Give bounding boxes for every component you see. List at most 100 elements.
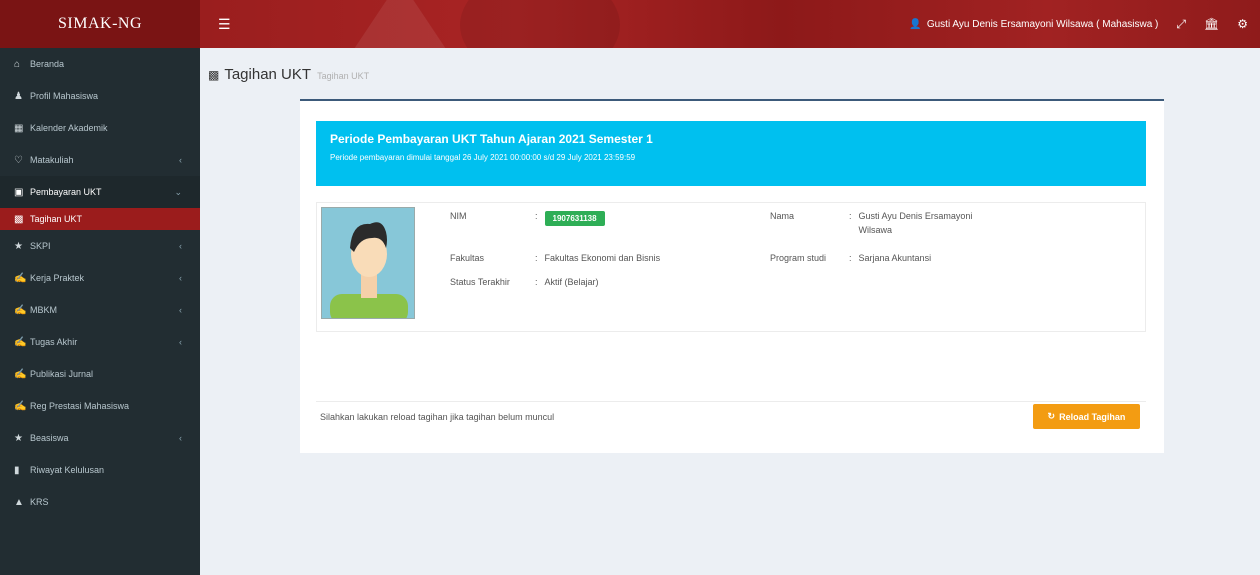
reload-tagihan-button[interactable]: ↻ Reload Tagihan (1033, 404, 1140, 429)
separator: : (849, 211, 852, 221)
user-name: Gusti Ayu Denis Ersamayoni Wilsawa ( Mah… (926, 18, 1159, 30)
banner-text: Periode pembayaran dimulai tanggal 26 Ju… (330, 153, 636, 162)
sidebar-item-profil-mahasiswa[interactable]: ♟ Profil Mahasiswa (0, 80, 200, 112)
calendar-icon: ▦ (14, 122, 24, 134)
user-icon: ♟ (14, 90, 23, 102)
chevron-down-icon: ⌄ (174, 186, 182, 197)
sidebar-item-label: SKPI (30, 241, 51, 251)
sidebar-item-matakuliah[interactable]: ♡ Matakuliah ‹ (0, 144, 200, 176)
fakultas-label: Fakultas (450, 253, 485, 263)
sidebar-item-tagihan-ukt[interactable]: ▩ Tagihan UKT (0, 208, 200, 230)
fakultas-row: Fakultas : Fakultas Ekonomi dan Bisnis (450, 253, 660, 263)
sidebar-item-label: Kerja Praktek (30, 273, 85, 283)
chevron-left-icon: ‹ (179, 337, 182, 347)
banner-title: Periode Pembayaran UKT Tahun Ajaran 2021… (330, 132, 653, 146)
tagihan-card: Periode Pembayaran UKT Tahun Ajaran 2021… (300, 99, 1164, 453)
graduation-icon: ✍ (14, 336, 27, 348)
status-row: Status Terakhir : Aktif (Belajar) (450, 277, 599, 287)
nama-row: Nama : Gusti Ayu Denis Ersamayoni Wilsaw… (770, 211, 972, 235)
sidebar-item-riwayat-kelulusan[interactable]: ▮ Riwayat Kelulusan (0, 454, 200, 486)
person-avatar-icon (322, 208, 414, 318)
expand-icon[interactable]: ⤢ (1176, 17, 1186, 32)
top-navbar: SIMAK-NG ☰ 👤 Gusti Ayu Denis Ersamayoni … (0, 0, 1260, 48)
sidebar-item-beranda[interactable]: ⌂ Beranda (0, 48, 200, 80)
sidebar-item-label: Reg Prestasi Mahasiswa (30, 401, 130, 411)
payment-period-banner: Periode Pembayaran UKT Tahun Ajaran 2021… (316, 121, 1146, 186)
sidebar-item-label: Publikasi Jurnal (30, 369, 94, 379)
sidebar-item-krs[interactable]: ▲ KRS (0, 486, 200, 518)
avatar (321, 207, 415, 319)
page-header: ▩ Tagihan UKT Tagihan UKT (208, 66, 369, 83)
institution-icon[interactable]: 🏛 (1204, 17, 1219, 31)
sidebar-item-label: Matakuliah (30, 155, 74, 165)
chevron-left-icon: ‹ (179, 155, 182, 165)
credit-card-icon: ▣ (14, 186, 24, 198)
heart-icon: ♡ (14, 154, 23, 166)
sidebar-item-publikasi-jurnal[interactable]: ✍ Publikasi Jurnal (0, 358, 200, 390)
sidebar-item-label: Riwayat Kelulusan (30, 465, 105, 475)
navbar: ☰ 👤 Gusti Ayu Denis Ersamayoni Wilsawa (… (200, 0, 1260, 48)
sidebar-item-label: KRS (30, 497, 49, 507)
navbar-right: 👤 Gusti Ayu Denis Ersamayoni Wilsawa ( M… (909, 17, 1248, 32)
sidebar-item-skpi[interactable]: ★ SKPI ‹ (0, 230, 200, 262)
page-title-text: Tagihan UKT (224, 66, 312, 83)
sidebar-item-kalender-akademik[interactable]: ▦ Kalender Akademik (0, 112, 200, 144)
nama-line-1: Gusti Ayu Denis Ersamayoni (858, 211, 973, 221)
gear-icon[interactable]: ⚙ (1237, 17, 1248, 31)
prodi-value: Sarjana Akuntansi (858, 253, 932, 263)
navbar-decoration (340, 0, 460, 48)
separator: : (535, 277, 538, 287)
sidebar-item-label: Beranda (30, 59, 65, 69)
sidebar-item-beasiswa[interactable]: ★ Beasiswa ‹ (0, 422, 200, 454)
chevron-left-icon: ‹ (179, 273, 182, 283)
user-icon: 👤 (909, 18, 922, 30)
nim-row: NIM : 1907631138 (450, 211, 605, 226)
graduation-icon: ✍ (14, 272, 27, 284)
nim-badge: 1907631138 (544, 211, 605, 226)
money-icon: ▩ (14, 213, 24, 225)
graduation-icon: ✍ (14, 368, 27, 380)
star-icon: ★ (14, 432, 23, 444)
separator: : (849, 253, 852, 263)
home-icon: ⌂ (14, 58, 21, 70)
nim-label: NIM (450, 211, 467, 221)
student-profile: NIM : 1907631138 Nama : Gusti Ayu Denis … (316, 202, 1146, 332)
separator: : (535, 253, 538, 263)
nama-label: Nama (770, 211, 795, 221)
sidebar-item-label: Pembayaran UKT (30, 187, 102, 197)
graduation-icon: ✍ (14, 304, 27, 316)
reload-row: Silahkan lakukan reload tagihan jika tag… (316, 401, 1146, 431)
sidebar-item-kerja-praktek[interactable]: ✍ Kerja Praktek ‹ (0, 262, 200, 294)
chevron-left-icon: ‹ (179, 433, 182, 443)
graduation-icon: ✍ (14, 400, 27, 412)
main-content: ▩ Tagihan UKT Tagihan UKT Periode Pembay… (200, 48, 1260, 575)
page-title: ▩ Tagihan UKT (208, 66, 311, 83)
fakultas-value: Fakultas Ekonomi dan Bisnis (544, 253, 661, 263)
sidebar-item-mbkm[interactable]: ✍ MBKM ‹ (0, 294, 200, 326)
status-value: Aktif (Belajar) (544, 277, 599, 287)
menu-toggle-icon[interactable]: ☰ (218, 16, 231, 33)
star-icon: ★ (14, 240, 23, 252)
bookmark-icon: ▮ (14, 464, 20, 476)
app-logo[interactable]: SIMAK-NG (0, 0, 200, 48)
nama-line-2: Wilsawa (858, 225, 893, 235)
separator: : (535, 211, 538, 221)
sidebar-item-label: Tagihan UKT (30, 214, 83, 224)
sitemap-icon: ▲ (14, 496, 24, 508)
sidebar: ⌂ Beranda ♟ Profil Mahasiswa ▦ Kalender … (0, 48, 200, 575)
sidebar-item-label: MBKM (30, 305, 57, 315)
navbar-decoration (460, 0, 620, 48)
page-subtitle: Tagihan UKT (317, 70, 370, 81)
sidebar-item-label: Profil Mahasiswa (30, 91, 99, 101)
reload-button-label: Reload Tagihan (1059, 411, 1126, 422)
sidebar-item-tugas-akhir[interactable]: ✍ Tugas Akhir ‹ (0, 326, 200, 358)
sidebar-item-label: Kalender Akademik (30, 123, 108, 133)
chevron-left-icon: ‹ (179, 305, 182, 315)
user-menu[interactable]: 👤 Gusti Ayu Denis Ersamayoni Wilsawa ( M… (909, 19, 1158, 30)
nama-value: Gusti Ayu Denis Ersamayoni Wilsawa (859, 211, 973, 235)
reload-icon: ↻ (1047, 411, 1056, 421)
sidebar-item-reg-prestasi[interactable]: ✍ Reg Prestasi Mahasiswa (0, 390, 200, 422)
sidebar-item-pembayaran-ukt[interactable]: ▣ Pembayaran UKT ⌄ (0, 176, 200, 208)
prodi-row: Program studi : Sarjana Akuntansi (770, 253, 931, 263)
chevron-left-icon: ‹ (179, 241, 182, 251)
